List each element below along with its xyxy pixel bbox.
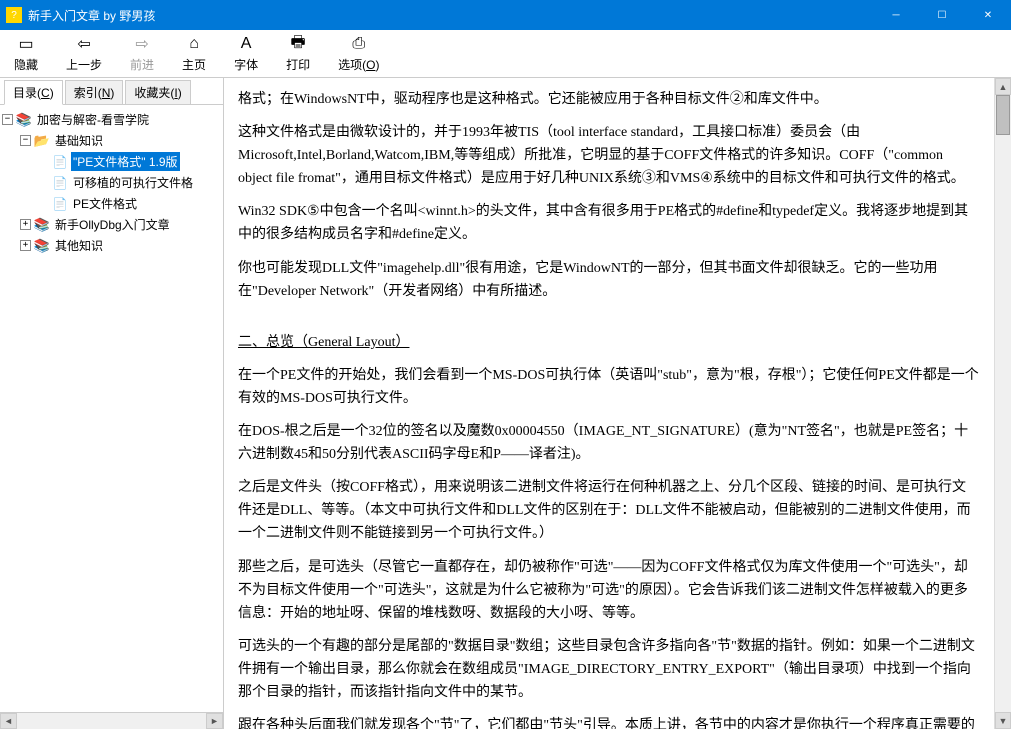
tree-item-peformat[interactable]: PE文件格式 [38, 193, 221, 214]
book-icon [34, 217, 50, 233]
paragraph: 之后是文件头（按COFF格式），用来说明该二进制文件将运行在何种机器之上、分几个… [238, 476, 980, 545]
page-icon [52, 175, 68, 191]
print-icon: 🖶 [288, 34, 308, 54]
book-icon [16, 112, 32, 128]
tree-item-portable[interactable]: 可移植的可执行文件格 [38, 172, 221, 193]
paragraph: 在DOS-根之后是一个32位的签名以及魔数0x00004550（IMAGE_NT… [238, 420, 980, 466]
minimize-button[interactable]: ─ [873, 0, 919, 30]
hide-button[interactable]: ▭ 隐藏 [8, 32, 44, 75]
tree-root[interactable]: − 加密与解密-看雪学院 [2, 109, 221, 130]
expand-icon[interactable]: + [20, 240, 31, 251]
tree-item-pe19[interactable]: "PE文件格式" 1.9版 [38, 151, 221, 172]
navigation-sidebar: 目录(C) 索引(N) 收藏夹(I) − 加密与解密-看雪学院 − 基础知识 [0, 78, 224, 729]
contents-tree[interactable]: − 加密与解密-看雪学院 − 基础知识 "PE文件格式" 1.9版 [0, 105, 223, 712]
tree-other[interactable]: + 其他知识 [20, 235, 221, 256]
paragraph: 格式；在WindowsNT中，驱动程序也是这种格式。它还能被应用于各种目标文件②… [238, 88, 980, 111]
article-body: 格式；在WindowsNT中，驱动程序也是这种格式。它还能被应用于各种目标文件②… [224, 78, 994, 729]
paragraph: 在一个PE文件的开始处，我们会看到一个MS-DOS可执行体（英语叫"stub"，… [238, 364, 980, 410]
paragraph: 你也可能发现DLL文件"imagehelp.dll"很有用途，它是WindowN… [238, 257, 980, 303]
scroll-left-icon[interactable]: ◄ [0, 713, 17, 729]
paragraph: Win32 SDK⑤中包含一个名叫<winnt.h>的头文件，其中含有很多用于P… [238, 200, 980, 246]
collapse-icon[interactable]: − [20, 135, 31, 146]
hide-icon: ▭ [16, 34, 36, 54]
back-icon: ⇦ [74, 34, 94, 54]
paragraph: 那些之后，是可选头（尽管它一直都存在，却仍被称作"可选"——因为COFF文件格式… [238, 556, 980, 625]
toolbar: ▭ 隐藏 ⇦ 上一步 ⇨ 前进 ⌂ 主页 A 字体 🖶 打印 ⎙ 选项(O) [0, 30, 1011, 78]
page-icon [52, 154, 68, 170]
scroll-thumb[interactable] [996, 95, 1010, 135]
paragraph: 这种文件格式是由微软设计的，并于1993年被TIS（tool interface… [238, 121, 980, 190]
app-icon: ? [6, 7, 22, 23]
home-icon: ⌂ [184, 34, 204, 54]
paragraph: 跟在各种头后面我们就发现各个"节"了，它们都由"节头"引导。本质上讲，各节中的内… [238, 714, 980, 729]
tab-favorites[interactable]: 收藏夹(I) [125, 80, 190, 104]
home-button[interactable]: ⌂ 主页 [176, 32, 212, 75]
expand-icon[interactable]: + [20, 219, 31, 230]
window-title: 新手入门文章 by 野男孩 [28, 7, 873, 24]
tab-contents[interactable]: 目录(C) [4, 80, 63, 105]
tree-basic[interactable]: − 基础知识 [20, 130, 221, 151]
book-icon [34, 238, 50, 254]
sidebar-horizontal-scrollbar[interactable]: ◄ ► [0, 712, 223, 729]
font-icon: A [236, 34, 256, 54]
print-button[interactable]: 🖶 打印 [280, 32, 316, 75]
collapse-icon[interactable]: − [2, 114, 13, 125]
forward-button[interactable]: ⇨ 前进 [124, 32, 160, 75]
folder-icon [34, 133, 50, 149]
close-button[interactable]: ✕ [965, 0, 1011, 30]
maximize-button[interactable]: ☐ [919, 0, 965, 30]
scroll-down-icon[interactable]: ▼ [995, 712, 1011, 729]
paragraph: 可选头的一个有趣的部分是尾部的"数据目录"数组；这些目录包含许多指向各"节"数据… [238, 635, 980, 704]
content-vertical-scrollbar[interactable]: ▲ ▼ [994, 78, 1011, 729]
back-button[interactable]: ⇦ 上一步 [60, 32, 108, 75]
tab-index[interactable]: 索引(N) [65, 80, 124, 104]
page-icon [52, 196, 68, 212]
options-button[interactable]: ⎙ 选项(O) [332, 32, 385, 75]
titlebar: ? 新手入门文章 by 野男孩 ─ ☐ ✕ [0, 0, 1011, 30]
section-heading: 二、总览（General Layout） [238, 331, 980, 354]
scroll-up-icon[interactable]: ▲ [995, 78, 1011, 95]
sidebar-tabs: 目录(C) 索引(N) 收藏夹(I) [0, 78, 223, 105]
window-controls: ─ ☐ ✕ [873, 0, 1011, 30]
tree-ollydbg[interactable]: + 新手OllyDbg入门文章 [20, 214, 221, 235]
forward-icon: ⇨ [132, 34, 152, 54]
scroll-right-icon[interactable]: ► [206, 713, 223, 729]
font-button[interactable]: A 字体 [228, 32, 264, 75]
content-area: 格式；在WindowsNT中，驱动程序也是这种格式。它还能被应用于各种目标文件②… [224, 78, 1011, 729]
options-icon: ⎙ [349, 34, 369, 54]
